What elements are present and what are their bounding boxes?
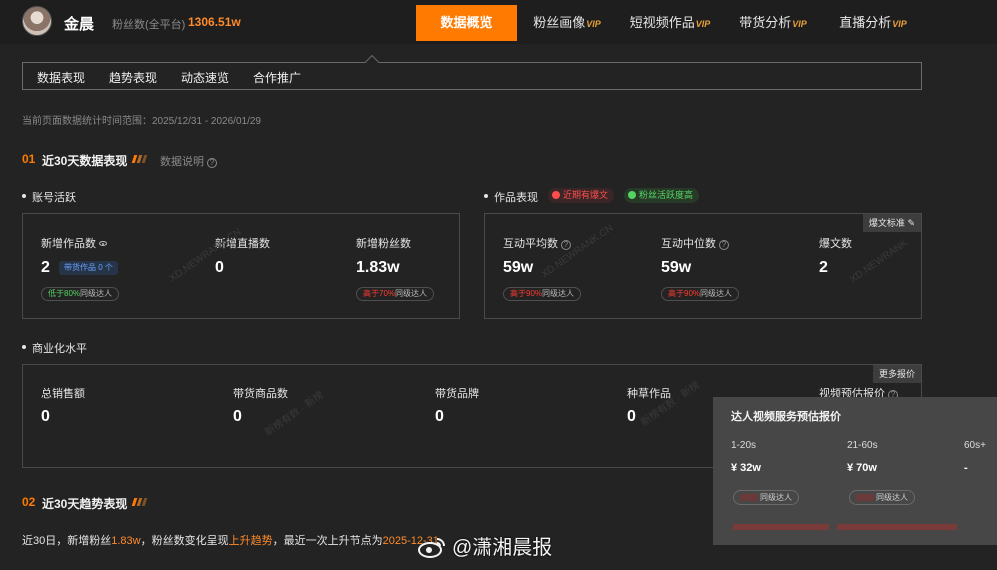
data-explanation-link[interactable]: 数据说明? xyxy=(160,153,217,169)
metric-value: 0 xyxy=(627,408,636,425)
metric-value: 2 xyxy=(41,259,50,276)
metric-label: 新增作品数 xyxy=(41,235,107,251)
tab-short-video[interactable]: 短视频作品VIP xyxy=(618,5,722,41)
username: 金晨 xyxy=(64,16,95,33)
tab-label: 带货分析 xyxy=(739,15,792,30)
date-range-text: 当前页面数据统计时间范围：2025/12/31 - 2026/01/29 xyxy=(22,116,261,127)
metric-label: 带货品牌 xyxy=(435,388,479,400)
metric-label: 新增粉丝数 xyxy=(356,238,411,250)
metric-value: 1.83w xyxy=(356,259,400,276)
vip-badge: VIP xyxy=(695,19,711,29)
tab-data-overview[interactable]: 数据概览 xyxy=(416,5,517,41)
subtab-cooperation[interactable]: 合作推广 xyxy=(253,69,301,86)
fans-label: 粉丝数(全平台) xyxy=(112,19,186,31)
eye-icon[interactable] xyxy=(99,241,107,246)
compare-pill: 高于90%同级达人 xyxy=(503,287,582,301)
section-number: 02 xyxy=(22,495,36,509)
commerce-works-tag: 带货作品 0 个 xyxy=(59,261,118,275)
popup-title: 达人视频服务预估报价 xyxy=(731,411,841,423)
tab-commerce-analysis[interactable]: 带货分析VIP xyxy=(728,5,818,41)
section-title: 近30天数据表现 xyxy=(42,154,128,168)
metric-label: 互动平均数? xyxy=(503,235,571,251)
metric-value: 59w xyxy=(661,259,692,276)
avatar[interactable] xyxy=(22,6,52,36)
subtab-dynamic-overview[interactable]: 动态速览 xyxy=(181,69,229,86)
account-activity-title: 账号活跃 xyxy=(22,189,76,205)
question-icon[interactable]: ? xyxy=(561,240,571,250)
metric-value: 59w xyxy=(503,259,534,276)
duration-label: 1-20s xyxy=(731,440,757,451)
compare-pill: 低于80%同级达人 xyxy=(41,287,120,301)
metric-label: 互动中位数? xyxy=(661,235,729,251)
question-icon: ? xyxy=(207,158,217,168)
video-quote-popup: 达人视频服务预估报价 1-20s ¥ 32w 同级达人 21-60s ¥ 70w… xyxy=(713,397,997,545)
account-activity-panel: 新增作品数 2 带货作品 0 个 低于80%同级达人 新增直播数 0 新增粉丝数… xyxy=(22,213,460,319)
metric-value: 0 xyxy=(41,408,50,425)
watermark: XD.NEWRANK.CN xyxy=(539,222,616,281)
works-performance-title: 作品表现 xyxy=(484,189,538,205)
top-bar: 金晨 粉丝数(全平台) 1306.51w 数据概览 粉丝画像VIP 短视频作品V… xyxy=(0,0,997,44)
metric-value: 0 xyxy=(215,259,224,276)
quote-value: - xyxy=(964,462,968,474)
metric-label: 总销售额 xyxy=(41,388,85,400)
fan-activity-badge: 粉丝活跃度高 xyxy=(624,188,700,203)
help-label: 数据说明 xyxy=(160,156,204,168)
edit-icon: ✎ xyxy=(907,218,915,228)
metric-value: 2 xyxy=(819,259,828,276)
tab-label: 粉丝画像 xyxy=(533,15,586,30)
duration-label: 21-60s xyxy=(847,440,878,451)
duration-label: 60s+ xyxy=(964,440,986,451)
vip-badge: VIP xyxy=(792,19,807,29)
subtab-data-performance[interactable]: 数据表现 xyxy=(37,69,85,86)
fans-value: 1306.51w xyxy=(188,15,241,29)
compare-pill: 同级达人 xyxy=(849,490,915,505)
vip-badge: VIP xyxy=(586,19,601,29)
quote-value: ¥ 32w xyxy=(731,462,761,474)
fire-icon xyxy=(552,191,560,199)
watermark: XD.NEWRANK xyxy=(847,237,910,286)
section-bars-icon xyxy=(131,498,149,506)
weibo-watermark: @潇湘晨报 xyxy=(418,531,552,560)
question-icon[interactable]: ? xyxy=(719,240,729,250)
tab-label: 短视频作品 xyxy=(629,15,695,30)
tab-label: 直播分析 xyxy=(839,15,892,30)
hit-post-badge: 近期有爆文 xyxy=(548,188,615,203)
user-icon xyxy=(628,191,636,199)
compare-pill: 高于90%同级达人 xyxy=(661,287,740,301)
commerce-level-title: 商业化水平 xyxy=(22,340,87,356)
tab-live-analysis[interactable]: 直播分析VIP xyxy=(828,5,918,41)
vip-badge: VIP xyxy=(892,19,907,29)
subtab-trend-performance[interactable]: 趋势表现 xyxy=(109,69,157,86)
weibo-icon xyxy=(418,538,445,558)
trend-summary: 近30日，新增粉丝1.83w，粉丝数变化呈现上升趋势，最近一次上升节点为2025… xyxy=(22,535,439,547)
metric-label: 爆文数 xyxy=(819,238,852,250)
section-number: 01 xyxy=(22,152,36,166)
popup-note-blurred xyxy=(733,523,957,532)
compare-pill: 同级达人 xyxy=(733,490,799,505)
tab-label: 数据概览 xyxy=(440,15,493,30)
section-title: 近30天趋势表现 xyxy=(42,497,128,511)
sub-tabs: 数据表现 趋势表现 动态速览 合作推广 xyxy=(22,62,922,90)
hit-standard-button[interactable]: 爆文标准 ✎ xyxy=(862,214,921,232)
metric-value: 0 xyxy=(435,408,444,425)
section-bars-icon xyxy=(131,155,149,163)
quote-value: ¥ 70w xyxy=(847,462,877,474)
works-performance-panel: 爆文标准 ✎ 互动平均数? 59w 高于90%同级达人 互动中位数? 59w 高… xyxy=(484,213,922,319)
compare-pill: 高于70%同级达人 xyxy=(356,287,435,301)
metric-value: 0 xyxy=(233,408,242,425)
tab-fans-profile[interactable]: 粉丝画像VIP xyxy=(522,5,612,41)
more-quotes-button[interactable]: 更多报价 xyxy=(872,365,921,383)
metric-label: 带货商品数 xyxy=(233,388,288,400)
watermark: XD.NEWRANK.CN xyxy=(167,226,244,285)
